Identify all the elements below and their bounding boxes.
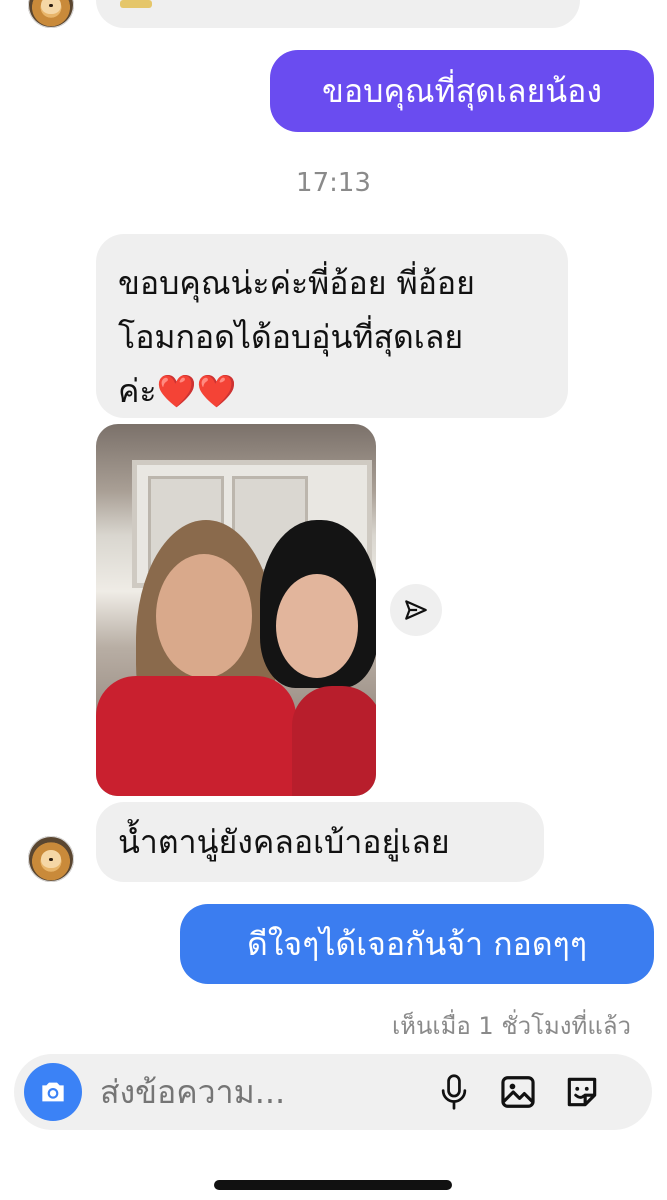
incoming-message-bubble[interactable]: ขอบคุณน่ะค่ะพี่อ้อย พี่อ้อย โอมกอดได้อบอ… — [96, 234, 568, 418]
message-timestamp: 17:13 — [296, 168, 371, 198]
message-composer[interactable] — [14, 1054, 652, 1130]
sticker-icon — [567, 1077, 597, 1107]
incoming-message-bubble[interactable]: น้ำตานู่ยังคลอเบ้าอยู่เลย — [96, 802, 544, 882]
message-text: ดีใจๆได้เจอกันจ้า กอดๆๆ — [246, 925, 587, 963]
sender-avatar-top[interactable] — [28, 0, 74, 28]
share-button[interactable] — [390, 584, 442, 636]
sender-avatar[interactable] — [28, 836, 74, 882]
photo-person-right-shirt — [292, 686, 376, 796]
photo-message[interactable] — [96, 424, 376, 796]
paper-plane-icon — [405, 600, 427, 620]
microphone-button[interactable] — [430, 1068, 478, 1116]
outgoing-message-bubble[interactable]: ขอบคุณที่สุดเลยน้อง — [270, 50, 654, 132]
message-line-3: ค่ะ❤️❤️ — [118, 372, 237, 410]
gallery-button[interactable] — [494, 1068, 542, 1116]
photo-person-left-face — [156, 554, 252, 678]
outgoing-message-bubble[interactable]: ดีใจๆได้เจอกันจ้า กอดๆๆ — [180, 904, 654, 984]
sticker-button[interactable] — [558, 1068, 606, 1116]
message-line-1: ขอบคุณน่ะค่ะพี่อ้อย พี่อ้อย — [118, 264, 475, 302]
microphone-icon — [441, 1074, 467, 1110]
camera-icon — [42, 1082, 64, 1102]
message-text: ขอบคุณที่สุดเลยน้อง — [322, 72, 602, 110]
camera-button[interactable] — [24, 1063, 82, 1121]
message-input[interactable] — [98, 1072, 422, 1112]
sticker-fragment — [120, 0, 152, 8]
seen-status: เห็นเมื่อ 1 ชั่วโมงที่แล้ว — [391, 1012, 631, 1040]
photo-person-right-face — [276, 574, 358, 678]
message-bubble-partial — [96, 0, 580, 28]
image-icon — [501, 1076, 535, 1108]
home-indicator — [214, 1180, 452, 1190]
message-text: น้ำตานู่ยังคลอเบ้าอยู่เลย — [118, 823, 450, 861]
message-line-2: โอมกอดได้อบอุ่นที่สุดเลย — [118, 318, 464, 356]
photo-person-left-shirt — [96, 676, 296, 796]
